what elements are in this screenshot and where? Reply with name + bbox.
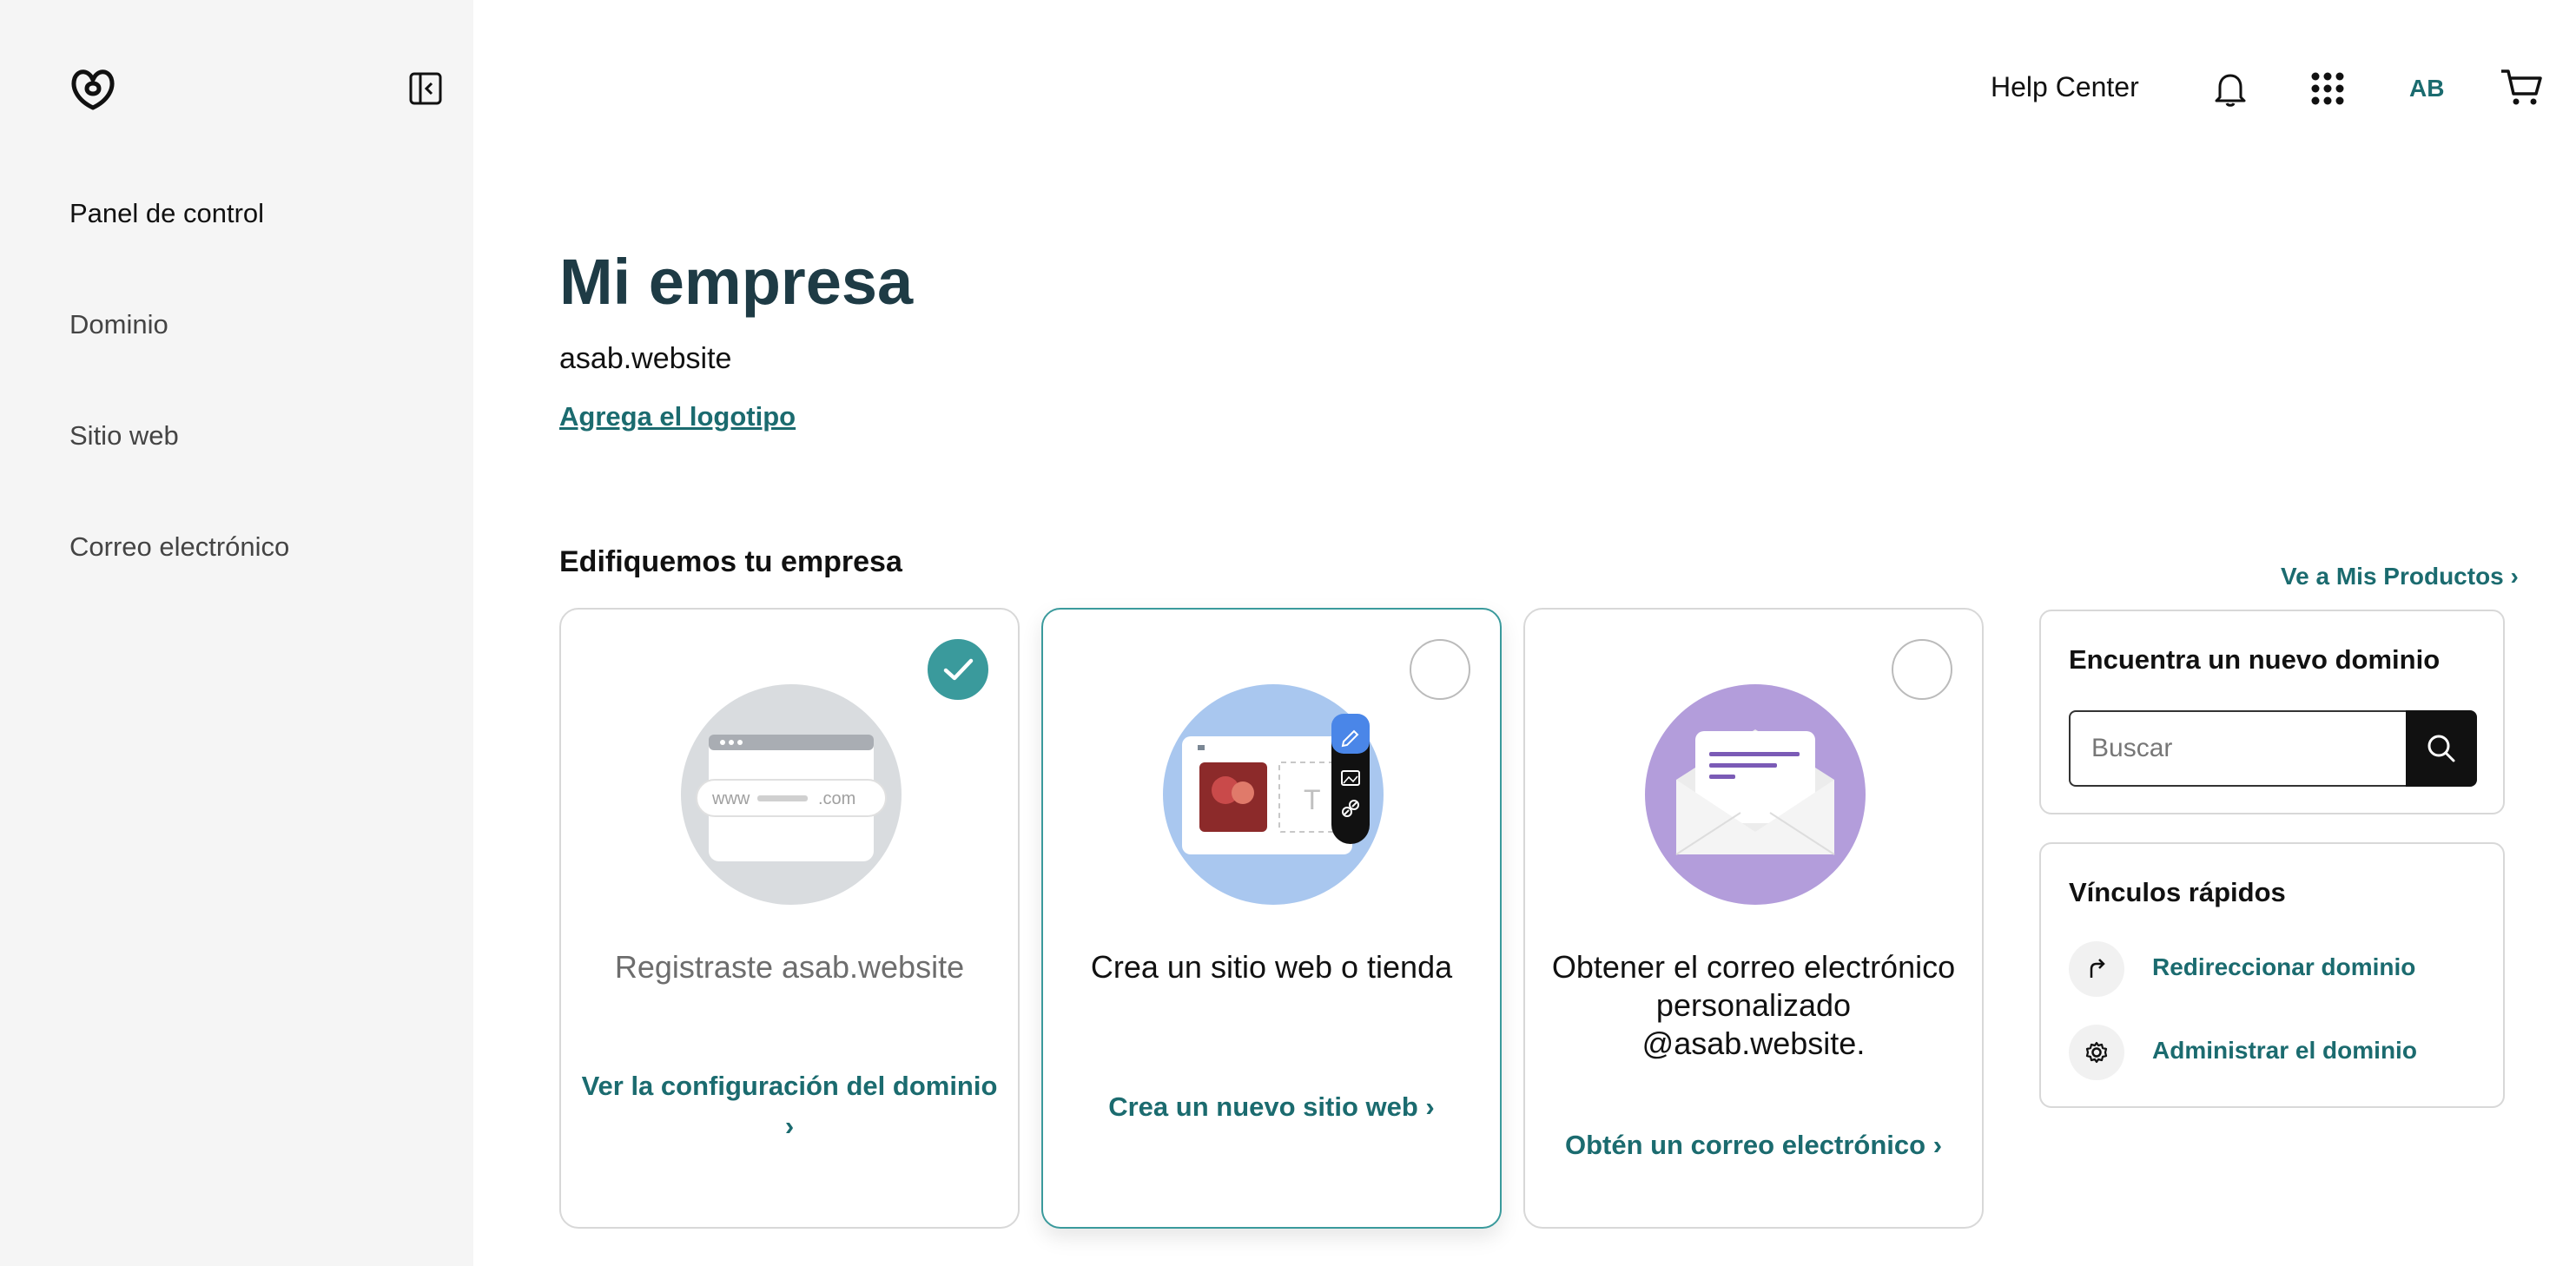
chevron-right-icon: ›	[1425, 1091, 1435, 1122]
domain-search-input[interactable]	[2069, 710, 2408, 787]
quick-links-title: Vínculos rápidos	[2069, 877, 2286, 907]
apps-grid-icon[interactable]	[2310, 71, 2345, 110]
collapse-sidebar-icon[interactable]	[408, 71, 443, 106]
domain-search-title: Encuentra un nuevo dominio	[2069, 644, 2441, 675]
sidebar-item-email[interactable]: Correo electrónico	[69, 531, 289, 563]
completed-check-icon	[928, 639, 988, 700]
com-text: .com	[818, 789, 855, 808]
quick-links-panel: Vínculos rápidos Redireccionar dominio A…	[2039, 842, 2505, 1108]
sidebar-item-panel[interactable]: Panel de control	[69, 198, 264, 229]
domain-card[interactable]: www .com Registraste asab.website Ver la…	[559, 608, 1020, 1229]
get-email-link[interactable]: Obtén un correo electrónico ›	[1542, 1125, 1965, 1165]
page-title: Mi empresa	[559, 246, 914, 318]
domain-name: asab.website	[559, 342, 732, 375]
incomplete-check-icon[interactable]	[1892, 639, 1952, 700]
avatar[interactable]: AB	[2409, 75, 2444, 102]
help-center-link[interactable]: Help Center	[1991, 71, 2139, 103]
create-website-link[interactable]: Crea un nuevo sitio web ›	[1060, 1087, 1483, 1127]
card-text: Crea un sitio web o tienda	[1090, 949, 1453, 985]
my-products-link[interactable]: Ve a Mis Productos ›	[2281, 563, 2519, 590]
cart-icon[interactable]	[2500, 68, 2543, 112]
card-link-label[interactable]: Ver la configuración del dominio	[578, 1066, 1001, 1106]
incomplete-check-icon[interactable]	[1410, 639, 1470, 700]
quick-link-label[interactable]: Administrar el dominio	[2152, 1037, 2417, 1065]
godaddy-logo[interactable]	[68, 63, 118, 113]
gear-icon	[2069, 1025, 2124, 1080]
sidebar-item-website[interactable]: Sitio web	[69, 420, 179, 452]
svg-text:T: T	[1304, 784, 1321, 815]
search-button[interactable]	[2406, 710, 2477, 787]
search-icon	[2427, 735, 2455, 762]
chevron-right-icon: ›	[784, 1111, 795, 1141]
sidebar-item-domain[interactable]: Dominio	[69, 309, 168, 340]
card-text: Obtener el correo electrónico personaliz…	[1551, 949, 1956, 1061]
website-card[interactable]: T Crea un sitio web o tienda Crea un nue…	[1041, 608, 1502, 1229]
domain-settings-link[interactable]: Ver la configuración del dominio ›	[578, 1066, 1001, 1146]
add-logo-link[interactable]: Agrega el logotipo	[559, 401, 796, 432]
email-illustration	[1645, 684, 1866, 905]
section-title: Edifiquemos tu empresa	[559, 545, 902, 578]
sidebar: Panel de control Dominio Sitio web Corre…	[0, 0, 473, 1266]
domain-illustration: www .com	[681, 684, 902, 905]
website-illustration: T	[1163, 684, 1384, 905]
card-link-label[interactable]: Obtén un correo electrónico	[1565, 1130, 1925, 1160]
domain-search-panel: Encuentra un nuevo dominio	[2039, 610, 2505, 814]
quick-link-label[interactable]: Redireccionar dominio	[2152, 953, 2415, 981]
chevron-right-icon: ›	[1932, 1130, 1943, 1160]
card-text: Registraste asab.website	[614, 949, 965, 985]
redirect-arrow-icon	[2069, 941, 2124, 997]
card-link-label[interactable]: Crea un nuevo sitio web	[1108, 1091, 1418, 1122]
bell-icon[interactable]	[2213, 69, 2248, 112]
www-text: www	[711, 789, 750, 808]
email-card[interactable]: Obtener el correo electrónico personaliz…	[1523, 608, 1984, 1229]
